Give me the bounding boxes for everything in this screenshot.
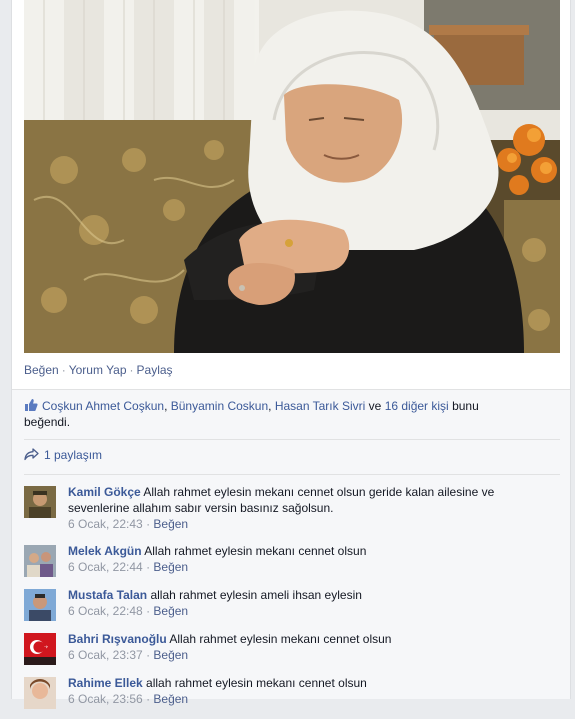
- post-card: Beğen · Yorum Yap · Paylaş Coşkun Ahmet Coşk…: [11, 0, 571, 709]
- avatar[interactable]: [24, 677, 56, 709]
- shares-count-link[interactable]: 1 paylaşım: [44, 448, 102, 462]
- comment-time[interactable]: 6 Ocak, 22:43: [68, 517, 143, 531]
- comment-item: Kamil Gökçe Allah rahmet eylesin mekanı …: [24, 484, 554, 531]
- comment-item: Melek Akgün Allah rahmet eylesin mekanı …: [24, 543, 554, 587]
- like-sentence: Coşkun Ahmet Coşkun, Bünyamin Coskun, Ha…: [24, 398, 504, 430]
- comment-time[interactable]: 6 Ocak, 23:37: [68, 648, 143, 662]
- comment-author[interactable]: Bahri Rışvanoğlu: [68, 632, 167, 646]
- liker-link[interactable]: Coşkun Ahmet Coşkun: [42, 399, 164, 413]
- separator: ·: [146, 648, 151, 662]
- comma: ,: [164, 399, 168, 413]
- comment-item: Rahime Ellek allah rahmet eylesin mekanı…: [24, 675, 554, 719]
- thumbs-up-icon: [24, 398, 38, 412]
- others-link[interactable]: 16 diğer kişi: [385, 399, 449, 413]
- comment-author[interactable]: Melek Akgün: [68, 544, 142, 558]
- connector-text: ve: [368, 399, 382, 413]
- comment-author[interactable]: Mustafa Talan: [68, 588, 147, 602]
- comment-item: Mustafa Talan allah rahmet eylesin ameli…: [24, 587, 554, 631]
- like-link[interactable]: Beğen: [24, 363, 59, 377]
- comment-text: Allah rahmet eylesin mekanı cennet olsun: [144, 544, 367, 558]
- post-photo[interactable]: [24, 0, 560, 353]
- divider: [24, 474, 560, 475]
- comment-author[interactable]: Rahime Ellek: [68, 676, 143, 690]
- avatar[interactable]: [24, 633, 56, 665]
- comment-text: allah rahmet eylesin mekanı cennet olsun: [146, 676, 367, 690]
- comment-like-link[interactable]: Beğen: [153, 604, 188, 618]
- divider: [24, 439, 560, 440]
- comment-time[interactable]: 6 Ocak, 22:48: [68, 604, 143, 618]
- post-actions: Beğen · Yorum Yap · Paylaş: [24, 363, 173, 377]
- separator: ·: [146, 692, 151, 706]
- liker-link[interactable]: Bünyamin Coskun: [171, 399, 268, 413]
- separator: ·: [61, 363, 66, 377]
- feedback-section: Coşkun Ahmet Coşkun, Bünyamin Coskun, Ha…: [12, 389, 570, 709]
- share-arrow-icon: [24, 448, 39, 461]
- comment-link[interactable]: Yorum Yap: [69, 363, 127, 377]
- comment-like-link[interactable]: Beğen: [153, 648, 188, 662]
- avatar[interactable]: [24, 589, 56, 621]
- separator: ·: [146, 604, 151, 618]
- comment-time[interactable]: 6 Ocak, 22:44: [68, 560, 143, 574]
- comment-like-link[interactable]: Beğen: [153, 517, 188, 531]
- separator: ·: [146, 517, 151, 531]
- avatar[interactable]: [24, 545, 56, 577]
- comment-text: allah rahmet eylesin ameli ihsan eylesin: [150, 588, 362, 602]
- share-link[interactable]: Paylaş: [137, 363, 173, 377]
- comma: ,: [268, 399, 272, 413]
- comment-text: Allah rahmet eylesin mekanı cennet olsun: [169, 632, 392, 646]
- comment-item: Bahri Rışvanoğlu Allah rahmet eylesin me…: [24, 631, 554, 675]
- avatar[interactable]: [24, 486, 56, 518]
- shares-row: 1 paylaşım: [24, 448, 102, 462]
- separator: ·: [129, 363, 134, 377]
- comment-time[interactable]: 6 Ocak, 23:56: [68, 692, 143, 706]
- comment-like-link[interactable]: Beğen: [153, 692, 188, 706]
- comment-like-link[interactable]: Beğen: [153, 560, 188, 574]
- liker-link[interactable]: Hasan Tarık Sivri: [275, 399, 365, 413]
- separator: ·: [146, 560, 151, 574]
- comment-author[interactable]: Kamil Gökçe: [68, 485, 141, 499]
